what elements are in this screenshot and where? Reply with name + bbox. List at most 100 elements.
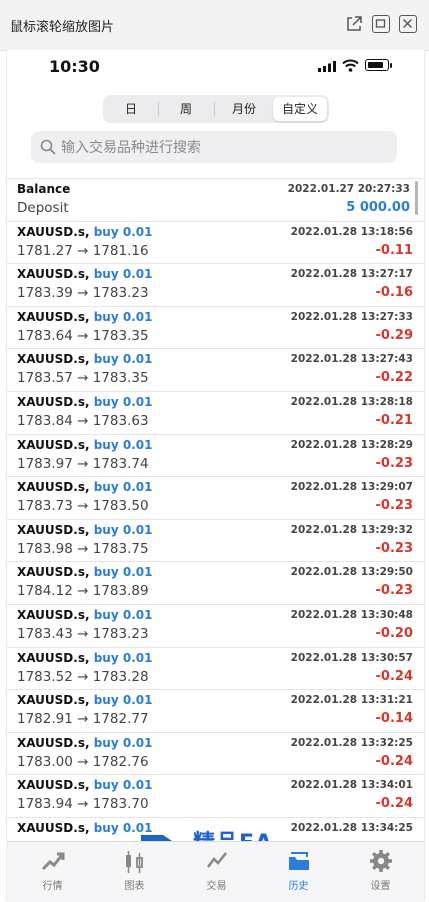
tab-settings[interactable]: 设置: [339, 842, 422, 902]
balance-timestamp: 2022.01.27 20:27:33: [287, 183, 410, 195]
trade-row[interactable]: XAUUSD.s, buy 0.01 1783.00 → 1782.76 2022.…: [7, 731, 424, 775]
trade-prices: 1783.43 → 1783.23: [17, 625, 149, 642]
external-link-icon[interactable]: [345, 15, 363, 33]
trade-profit: -0.23: [375, 583, 413, 599]
symbol-text: XAUUSD.s,: [17, 607, 90, 622]
trade-type: buy 0.01: [93, 820, 153, 835]
cellular-signal-icon: [318, 61, 336, 72]
trade-type: buy 0.01: [93, 394, 153, 409]
settings-icon: [370, 850, 392, 872]
trade-time: 2022.01.28 13:27:33: [290, 310, 413, 323]
trade-type: buy 0.01: [93, 480, 153, 495]
search-bar: [31, 131, 397, 165]
trade-time: 2022.01.28 13:30:57: [290, 651, 413, 664]
trade-profit: -0.14: [375, 711, 413, 727]
trade-type: buy 0.01: [93, 607, 153, 622]
trade-time: 2022.01.28 13:31:21: [290, 694, 413, 707]
trade-profit: -0.23: [375, 540, 413, 556]
trade-row[interactable]: XAUUSD.s, buy 0.01 1783.94 → 1783.70 2022.…: [7, 774, 424, 817]
trade-prices: 1783.57 → 1783.35: [17, 370, 149, 387]
deposit-label: Deposit: [17, 200, 69, 216]
trade-time: 2022.01.28 13:34:25: [290, 821, 413, 834]
trade-symbol: XAUUSD.s, buy 0.01: [17, 395, 152, 409]
trade-row[interactable]: XAUUSD.s, buy 0.01 1783.98 → 1783.75 2022.…: [7, 518, 424, 562]
trade-type: buy 0.01: [93, 267, 153, 282]
tab-quotes[interactable]: 行情: [11, 842, 94, 902]
segment-custom[interactable]: 自定义: [273, 97, 327, 121]
bottom-tab-bar: 行情 图表 交易 历史 设置: [7, 841, 424, 902]
tab-history-label: 历史: [288, 881, 309, 892]
trade-row[interactable]: XAUUSD.s, buy 0.01 1783.52 → 1783.28 2022.…: [7, 646, 424, 690]
trade-prices: 1783.73 → 1783.50: [17, 498, 149, 515]
segment-week[interactable]: 周: [160, 97, 212, 121]
trade-type: buy 0.01: [93, 522, 153, 537]
trade-time: 2022.01.28 13:34:01: [290, 779, 413, 792]
symbol-text: XAUUSD.s,: [17, 820, 90, 835]
period-segmented-control: 日 周 月份 自定义: [103, 95, 329, 123]
symbol-text: XAUUSD.s,: [17, 778, 90, 793]
segment-month[interactable]: 月份: [216, 97, 272, 121]
trade-type: buy 0.01: [93, 565, 153, 580]
trade-symbol: XAUUSD.s, buy 0.01: [17, 565, 152, 579]
trade-prices: 1783.00 → 1782.76: [17, 753, 149, 770]
trade-prices: 1783.97 → 1783.74: [17, 455, 149, 472]
trade-symbol: XAUUSD.s, buy 0.01: [17, 310, 152, 324]
tab-quotes-label: 行情: [42, 881, 63, 892]
segment-divider: [214, 102, 215, 116]
trade-profit: -0.23: [375, 498, 413, 514]
symbol-text: XAUUSD.s,: [17, 352, 90, 367]
symbol-text: XAUUSD.s,: [17, 309, 90, 324]
trade-symbol: XAUUSD.s, buy 0.01: [17, 438, 152, 452]
trade-profit: -0.11: [375, 242, 413, 258]
trade-type: buy 0.01: [93, 352, 153, 367]
trade-profit: -0.22: [375, 370, 413, 386]
segment-day[interactable]: 日: [105, 97, 157, 121]
trade-prices: 1784.12 → 1783.89: [17, 583, 149, 600]
tab-chart[interactable]: 图表: [93, 842, 176, 902]
maximize-icon[interactable]: [372, 15, 390, 33]
tab-settings-label: 设置: [370, 881, 391, 892]
symbol-text: XAUUSD.s,: [17, 224, 90, 239]
trade-row[interactable]: XAUUSD.s, buy 0.01 1783.84 → 1783.63 2022.…: [7, 390, 424, 434]
search-input[interactable]: [59, 131, 393, 165]
tab-trade[interactable]: 交易: [175, 842, 258, 902]
trade-symbol: XAUUSD.s, buy 0.01: [17, 352, 152, 366]
balance-label: Balance: [17, 182, 71, 196]
trade-type: buy 0.01: [93, 437, 153, 452]
trade-row[interactable]: XAUUSD.s, buy 0.01 1783.64 → 1783.35 2022.…: [7, 305, 424, 349]
close-icon[interactable]: [399, 15, 417, 33]
trade-row[interactable]: XAUUSD.s, buy 0.01 1783.57 → 1783.35 2022.…: [7, 348, 424, 391]
trade-time: 2022.01.28 13:29:07: [290, 481, 413, 494]
trade-type: buy 0.01: [93, 650, 153, 665]
history-list[interactable]: Balance Deposit 2022.01.27 20:27:33 5 00…: [7, 178, 424, 890]
trade-time: 2022.01.28 13:28:18: [290, 395, 413, 408]
trade-prices: 1781.27 → 1781.16: [17, 242, 149, 259]
tab-history[interactable]: 历史: [257, 842, 340, 902]
trade-row[interactable]: XAUUSD.s, buy 0.01 1783.39 → 1783.23 2022.…: [7, 263, 424, 306]
trade-row[interactable]: XAUUSD.s, buy 0.01 1783.97 → 1783.74 2022.…: [7, 433, 424, 477]
list-scrollbar[interactable]: [415, 181, 418, 215]
trade-rows: XAUUSD.s, buy 0.01 1781.27 → 1781.16 2022.…: [7, 220, 424, 860]
trade-prices: 1782.91 → 1782.77: [17, 711, 149, 728]
trade-row[interactable]: XAUUSD.s, buy 0.01 1784.12 → 1783.89 2022.…: [7, 561, 424, 604]
wifi-icon: [342, 59, 359, 72]
trade-symbol: XAUUSD.s, buy 0.01: [17, 480, 152, 494]
trade-prices: 1783.84 → 1783.63: [17, 412, 149, 429]
trade-type: buy 0.01: [93, 309, 153, 324]
trade-time: 2022.01.28 13:28:29: [290, 438, 413, 451]
phone-screen: 10:30 日 周 月份 自定义 Balance Deposit: [6, 50, 425, 902]
trade-profit: -0.21: [375, 412, 413, 428]
trade-row[interactable]: XAUUSD.s, buy 0.01 1783.73 → 1783.50 2022.…: [7, 476, 424, 519]
symbol-text: XAUUSD.s,: [17, 480, 90, 495]
trade-prices: 1783.64 → 1783.35: [17, 327, 149, 344]
trade-symbol: XAUUSD.s, buy 0.01: [17, 267, 152, 281]
trade-row[interactable]: XAUUSD.s, buy 0.01 1782.91 → 1782.77 2022.…: [7, 689, 424, 732]
trade-time: 2022.01.28 13:27:43: [290, 353, 413, 366]
trade-time: 2022.01.28 13:18:56: [290, 225, 413, 238]
trade-row[interactable]: XAUUSD.s, buy 0.01 1781.27 → 1781.16 2022.…: [7, 220, 424, 264]
trade-symbol: XAUUSD.s, buy 0.01: [17, 736, 152, 750]
balance-row[interactable]: Balance Deposit 2022.01.27 20:27:33 5 00…: [7, 178, 424, 221]
trade-row[interactable]: XAUUSD.s, buy 0.01 1783.43 → 1783.23 2022.…: [7, 603, 424, 647]
trade-profit: -0.20: [375, 625, 413, 641]
battery-tip: [390, 63, 392, 68]
